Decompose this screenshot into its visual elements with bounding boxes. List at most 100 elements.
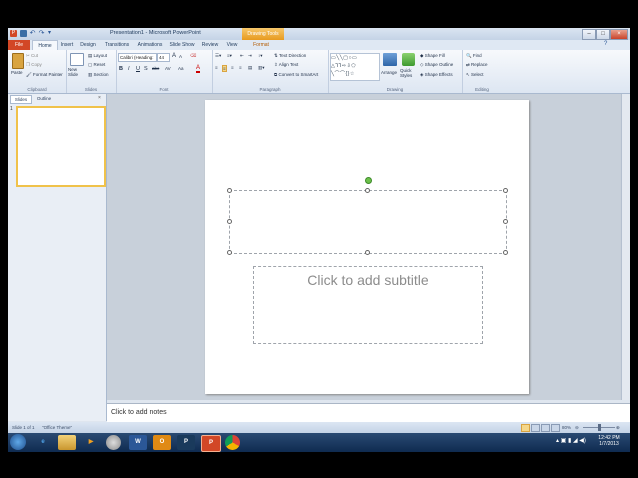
bold-button[interactable]: B [119,66,123,72]
quick-styles-icon[interactable] [402,53,415,66]
start-button-icon[interactable] [10,434,26,450]
change-case-button[interactable]: Aa [178,66,184,71]
tab-outline[interactable]: Outline [32,95,56,102]
redo-icon[interactable]: ↷ [38,30,45,37]
resize-handle-tr[interactable] [503,188,508,193]
close-pane-icon[interactable]: × [98,95,101,101]
zoom-in-icon[interactable]: ⊕ [616,422,620,433]
tab-transitions[interactable]: Transitions [102,40,132,50]
resize-handle-r[interactable] [503,219,508,224]
resize-handle-b[interactable] [365,250,370,255]
columns-icon[interactable]: ▥▾ [258,65,265,71]
format-painter-button[interactable]: 🖌 Format Painter [26,72,63,78]
convert-smartart-button[interactable]: ⧉ Convert to SmartArt [274,72,318,77]
tab-slide-show[interactable]: Slide Show [168,40,196,50]
shape-effects-button[interactable]: ◈ Shape Effects [420,72,453,78]
tab-review[interactable]: Review [200,40,220,50]
select-button[interactable]: ↖ Select [466,72,484,78]
font-name-select[interactable]: Calibri (Heading: [118,53,157,62]
internet-explorer-icon[interactable]: e [34,435,52,450]
line-spacing-icon[interactable]: ↕▾ [258,53,263,59]
minimize-button[interactable]: – [582,29,596,40]
copy-button[interactable]: ❐ Copy [26,62,42,68]
help-icon[interactable]: ? [604,41,607,47]
zoom-level[interactable]: 80% [562,422,571,433]
quick-styles-button[interactable]: Quick Styles [400,68,418,78]
font-color-button[interactable]: A [196,65,201,73]
close-button[interactable]: × [610,29,628,40]
zoom-slider-thumb[interactable] [598,424,601,431]
clear-formatting-icon[interactable]: ⌫ [190,53,196,59]
tab-insert[interactable]: Insert [58,40,76,50]
justify-low-icon[interactable]: ▤ [248,65,252,71]
tab-view[interactable]: View [224,40,240,50]
rotate-handle[interactable] [365,177,372,184]
grow-font-button[interactable]: A [172,53,176,59]
strikethrough-button[interactable]: abc [152,66,159,71]
tab-file[interactable]: File [8,40,30,50]
resize-handle-bl[interactable] [227,250,232,255]
layout-button[interactable]: ▤ Layout [88,53,107,59]
increase-indent-icon[interactable]: ⇥ [248,53,252,59]
outlook-icon[interactable]: O [153,435,171,450]
tab-design[interactable]: Design [78,40,98,50]
clock[interactable]: 12:42 PM 1/7/2013 [594,435,624,447]
customize-qat-icon[interactable]: ▾ [46,30,53,37]
font-size-select[interactable]: 44 [157,53,170,62]
new-slide-icon[interactable] [70,53,84,66]
shadow-button[interactable]: S [144,66,148,72]
align-right-icon[interactable]: ≡ [231,65,234,70]
paste-button[interactable]: Paste [11,70,23,75]
resize-handle-br[interactable] [503,250,508,255]
replace-button[interactable]: ⇄ Replace [466,62,488,68]
numbering-icon[interactable]: ≡▾ [227,53,232,59]
shapes-gallery[interactable]: ▭╲╲▢○▭ △⅂⅂⇨⇩⬠ ╲⌒⌒{}☆ [330,53,380,81]
find-button[interactable]: 🔍 Find [466,53,482,59]
tab-home[interactable]: Home [32,40,58,50]
save-icon[interactable] [20,30,27,37]
underline-button[interactable]: U [136,66,140,72]
title-placeholder[interactable] [229,190,507,254]
zoom-out-icon[interactable]: ⊖ [575,422,579,433]
italic-button[interactable]: I [128,66,130,72]
arrange-icon[interactable] [383,53,397,66]
new-slide-button[interactable]: New Slide [68,67,86,77]
slide-thumbnail[interactable] [16,106,106,187]
chrome-icon[interactable] [225,435,240,450]
resize-handle-l[interactable] [227,219,232,224]
justify-icon[interactable]: ≡ [239,65,242,70]
bullets-icon[interactable]: ☰▾ [215,53,221,59]
character-spacing-button[interactable]: AV [165,66,171,71]
slideshow-view-icon[interactable] [551,424,560,432]
tab-format[interactable]: Format [250,40,272,50]
chrome-circle-icon[interactable] [106,435,121,450]
file-explorer-icon[interactable] [58,435,76,450]
notes-pane[interactable]: Click to add notes [107,403,630,422]
arrange-button[interactable]: Arrange [381,70,397,75]
align-center-icon[interactable]: ≡ [222,65,227,72]
undo-icon[interactable]: ↶ [29,30,36,37]
powerpoint-taskbar-icon[interactable]: P [201,435,221,452]
subtitle-placeholder[interactable]: Click to add subtitle [253,266,483,344]
align-text-button[interactable]: ⇳ Align Text [274,62,298,68]
resize-handle-tl[interactable] [227,188,232,193]
section-button[interactable]: ▥ Section [88,72,109,78]
shape-fill-button[interactable]: ◆ Shape Fill [420,53,445,59]
publisher-icon[interactable]: P [177,435,195,450]
slide-canvas[interactable]: Click to add subtitle [205,100,529,394]
media-player-icon[interactable]: ▶ [82,435,100,450]
paste-icon[interactable] [12,53,24,69]
normal-view-icon[interactable] [521,424,530,432]
text-direction-button[interactable]: ⇅ Text Direction [274,53,306,59]
resize-handle-t[interactable] [365,188,370,193]
maximize-button[interactable]: □ [596,29,610,40]
tab-slides[interactable]: Slides [10,95,32,104]
tray-icons[interactable]: ▴ ▣ ▮ ◢ ◀) [556,437,586,444]
reset-button[interactable]: ▢ Reset [88,62,105,68]
tab-animations[interactable]: Animations [135,40,165,50]
decrease-indent-icon[interactable]: ⇤ [240,53,244,59]
reading-view-icon[interactable] [541,424,550,432]
cut-button[interactable]: ✂ Cut [26,53,38,59]
align-left-icon[interactable]: ≡ [215,65,218,70]
word-icon[interactable]: W [129,435,147,450]
